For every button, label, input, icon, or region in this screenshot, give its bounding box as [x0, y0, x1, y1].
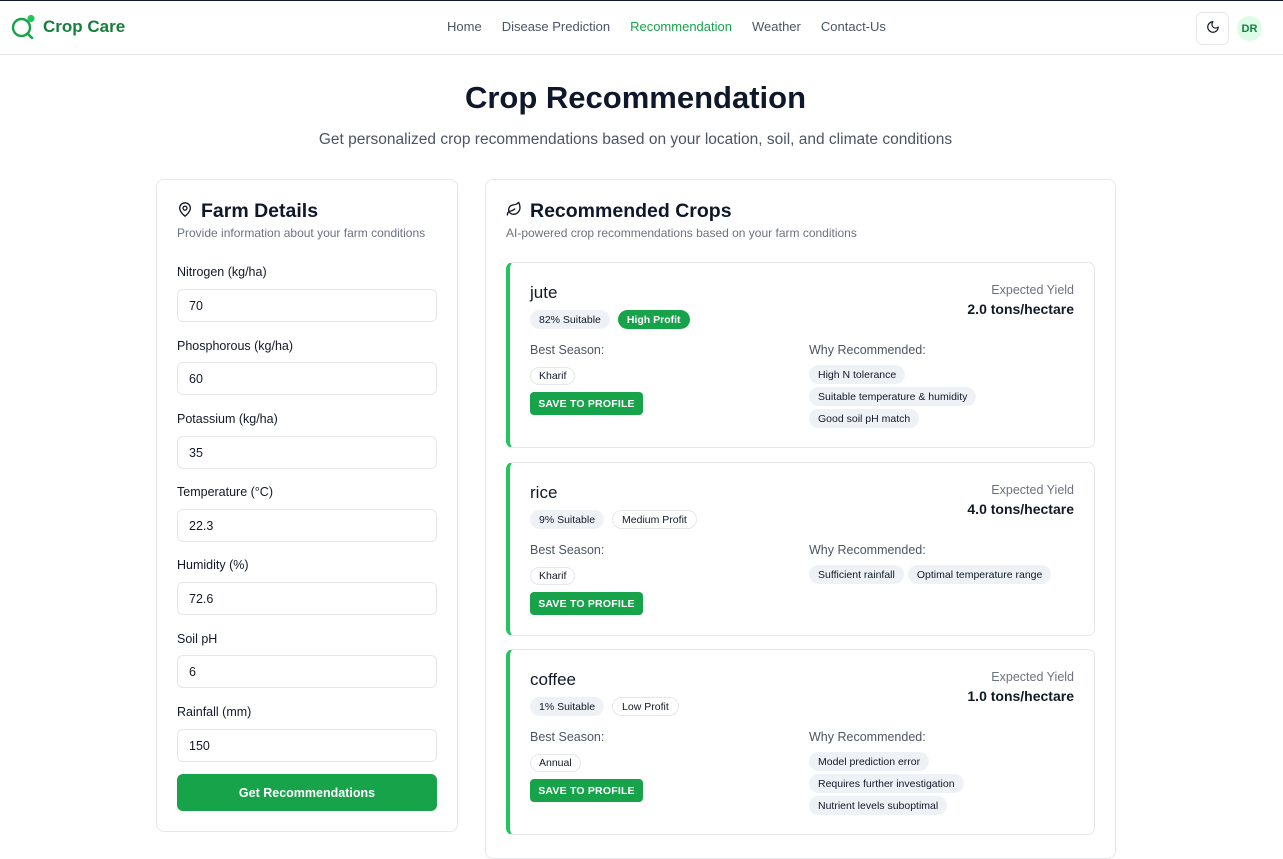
- profit-badge: Low Profit: [612, 697, 679, 716]
- suitability-badge: 9% Suitable: [530, 510, 605, 529]
- crop-name: jute: [530, 283, 558, 302]
- navbar: Crop Care Home Disease Prediction Recomm…: [0, 0, 1283, 55]
- season-tag: Annual: [530, 754, 581, 772]
- best-season-label: Best Season:: [530, 543, 605, 557]
- crop-card-rice: rice 9% Suitable Medium Profit Expected …: [506, 462, 1095, 636]
- reason-tag: Sufficient rainfall: [809, 565, 904, 584]
- user-avatar[interactable]: DR: [1237, 16, 1262, 41]
- profit-badge: Medium Profit: [612, 510, 697, 529]
- crop-card-coffee: coffee 1% Suitable Low Profit Expected Y…: [506, 649, 1095, 835]
- leaf-icon: [506, 201, 522, 222]
- recommended-crops-description: AI-powered crop recommendations based on…: [506, 226, 857, 240]
- crop-name: rice: [530, 483, 558, 502]
- humidity-input[interactable]: [177, 582, 437, 615]
- nitrogen-label: Nitrogen (kg/ha): [177, 265, 267, 279]
- farm-details-card: Farm Details Provide information about y…: [156, 179, 458, 832]
- nav-weather[interactable]: Weather: [752, 19, 801, 34]
- best-season-label: Best Season:: [530, 343, 605, 357]
- reason-tag: Optimal temperature range: [907, 565, 1052, 584]
- recommended-crops-header: Recommended Crops: [506, 200, 732, 223]
- expected-yield-value: 4.0 tons/hectare: [967, 501, 1074, 517]
- page-subtitle: Get personalized crop recommendations ba…: [318, 131, 953, 148]
- phosphorous-label: Phosphorous (kg/ha): [177, 339, 294, 353]
- crop-care-logo-icon: [11, 14, 36, 40]
- crop-badges: 9% Suitable Medium Profit: [530, 510, 697, 529]
- brand-logo[interactable]: Crop Care: [11, 14, 126, 40]
- profit-badge: High Profit: [617, 310, 690, 329]
- why-recommended-label: Why Recommended:: [809, 543, 926, 557]
- crop-name: coffee: [530, 670, 577, 689]
- main-nav: Home Disease Prediction Recommendation W…: [447, 19, 886, 34]
- temperature-input[interactable]: [177, 509, 437, 542]
- expected-yield-value: 1.0 tons/hectare: [967, 688, 1074, 704]
- reason-list: Model prediction error Requires further …: [809, 752, 1009, 815]
- soil-ph-label: Soil pH: [177, 632, 218, 646]
- theme-toggle-button[interactable]: [1196, 12, 1229, 45]
- save-to-profile-button[interactable]: SAVE TO PROFILE: [530, 779, 643, 802]
- humidity-label: Humidity (%): [177, 558, 249, 572]
- potassium-label: Potassium (kg/ha): [177, 412, 278, 426]
- temperature-label: Temperature (°C): [177, 485, 273, 499]
- nav-disease-prediction[interactable]: Disease Prediction: [502, 19, 610, 34]
- recommended-crops-card: Recommended Crops AI-powered crop recomm…: [485, 179, 1116, 859]
- reason-tag: Requires further investigation: [809, 774, 964, 793]
- expected-yield-label: Expected Yield: [991, 670, 1074, 684]
- why-recommended-label: Why Recommended:: [809, 343, 926, 357]
- nav-home[interactable]: Home: [447, 19, 482, 34]
- suitability-badge: 82% Suitable: [530, 310, 610, 329]
- reason-tag: Suitable temperature & humidity: [809, 387, 977, 406]
- suitability-badge: 1% Suitable: [530, 697, 605, 716]
- save-to-profile-button[interactable]: SAVE TO PROFILE: [530, 592, 643, 615]
- rainfall-label: Rainfall (mm): [177, 705, 252, 719]
- expected-yield-label: Expected Yield: [991, 283, 1074, 297]
- map-pin-icon: [177, 201, 193, 223]
- farm-details-header: Farm Details: [177, 200, 318, 223]
- soil-ph-input[interactable]: [177, 655, 437, 688]
- reason-tag: Model prediction error: [809, 752, 930, 771]
- crop-badges: 82% Suitable High Profit: [530, 310, 690, 329]
- season-tag: Kharif: [530, 367, 576, 385]
- nav-contact-us[interactable]: Contact-Us: [821, 19, 886, 34]
- best-season-label: Best Season:: [530, 730, 605, 744]
- potassium-input[interactable]: [177, 436, 437, 469]
- get-recommendations-button[interactable]: Get Recommendations: [177, 774, 437, 811]
- moon-icon: [1206, 20, 1220, 37]
- expected-yield-value: 2.0 tons/hectare: [967, 301, 1074, 317]
- farm-details-title: Farm Details: [201, 200, 319, 222]
- reason-list: Sufficient rainfall Optimal temperature …: [809, 565, 1079, 584]
- expected-yield-label: Expected Yield: [991, 483, 1074, 497]
- page-title: Crop Recommendation: [464, 80, 807, 115]
- reason-tag: High N tolerance: [809, 365, 906, 384]
- save-to-profile-button[interactable]: SAVE TO PROFILE: [530, 392, 643, 415]
- reason-tag: Good soil pH match: [809, 409, 920, 428]
- farm-details-description: Provide information about your farm cond…: [177, 226, 426, 240]
- season-tag: Kharif: [530, 567, 576, 585]
- rainfall-input[interactable]: [177, 729, 437, 762]
- crop-card-jute: jute 82% Suitable High Profit Expected Y…: [506, 262, 1095, 448]
- nav-recommendation[interactable]: Recommendation: [630, 19, 732, 34]
- nitrogen-input[interactable]: [177, 289, 437, 322]
- recommended-crops-title: Recommended Crops: [530, 200, 732, 222]
- reason-tag: Nutrient levels suboptimal: [809, 796, 948, 815]
- phosphorous-input[interactable]: [177, 362, 437, 395]
- crop-badges: 1% Suitable Low Profit: [530, 697, 679, 716]
- brand-name: Crop Care: [43, 16, 126, 36]
- why-recommended-label: Why Recommended:: [809, 730, 926, 744]
- reason-list: High N tolerance Suitable temperature & …: [809, 365, 1049, 428]
